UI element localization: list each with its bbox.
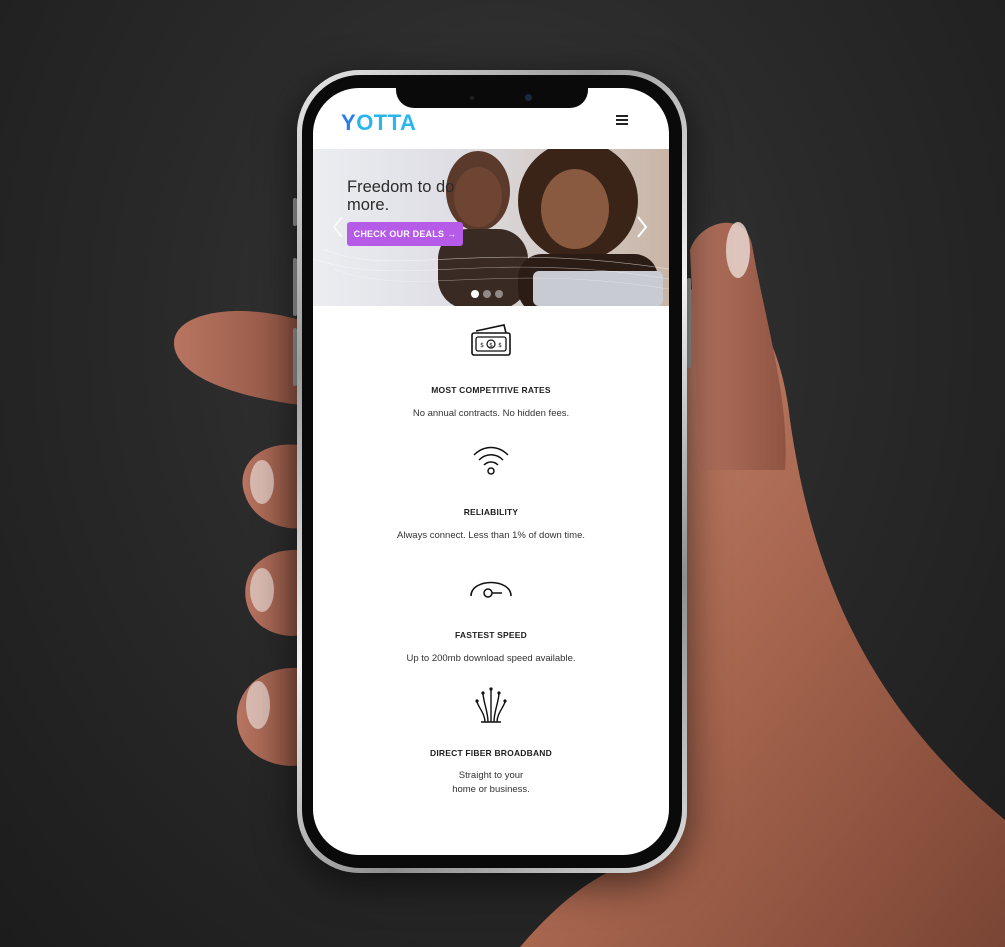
hamburger-menu-icon[interactable] [616,115,628,125]
hero-carousel: Freedom to do more. CHECK OUR DEALS → [313,149,669,306]
carousel-dot-2[interactable] [483,290,491,298]
svg-text:$: $ [489,342,493,349]
camera-icon [525,94,532,101]
arrow-right-icon: → [447,229,457,239]
fiber-optic-icon [475,687,507,723]
phone-screen: YOTTA Freedom to do more. CHECK OUR DEAL… [313,88,669,855]
hero-title: Freedom to do more. [347,178,455,214]
phone-frame: YOTTA Freedom to do more. CHECK OUR DEAL… [297,70,687,873]
speaker-dot [470,96,474,100]
feature-description: Always connect. Less than 1% of down tim… [397,530,585,541]
feature-title: FASTEST SPEED [454,630,528,640]
yotta-logo[interactable]: YOTTA [341,110,416,136]
logo-y: Y [341,110,357,135]
cta-label: CHECK OUR DEALS [353,229,445,239]
feature-reliability: RELIABILITY Always connect. Less than 1%… [313,443,669,543]
svg-text:$: $ [480,342,484,349]
feature-title: DIRECT FIBER BROADBAND [430,748,552,758]
money-wallet-icon: $ $ $ [471,324,511,356]
check-deals-button[interactable]: CHECK OUR DEALS → [347,222,463,246]
speedometer-icon [470,581,512,598]
feature-speed: FASTEST SPEED Up to 200mb download speed… [313,568,669,668]
feature-title: RELIABILITY [463,507,519,517]
feature-description: Up to 200mb download speed available. [406,653,576,664]
carousel-dot-1[interactable] [471,290,479,298]
phone-notch [396,88,588,108]
wifi-icon [473,446,509,475]
logo-text: OTTA [356,110,417,135]
feature-title: MOST COMPETITIVE RATES [431,385,551,395]
feature-fiber: DIRECT FIBER BROADBAND Straight to your … [313,686,669,826]
carousel-dots [471,285,507,298]
feature-description-line-2: home or business. [452,784,530,795]
carousel-dot-3[interactable] [495,290,503,298]
power-button [687,278,691,368]
feature-rates: $ $ $ MOST COMPETITIVE RATES No annual c… [313,321,669,421]
chevron-right-icon[interactable] [635,215,649,239]
chevron-left-icon[interactable] [331,215,345,239]
feature-description-line-1: Straight to your [458,770,524,781]
feature-description: No annual contracts. No hidden fees. [412,408,570,419]
svg-text:$: $ [498,342,502,349]
